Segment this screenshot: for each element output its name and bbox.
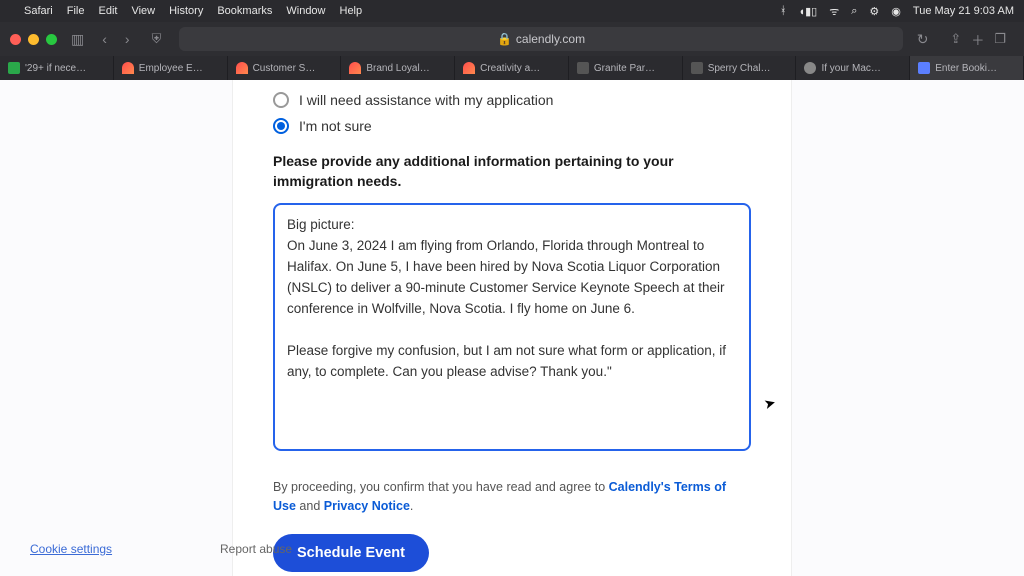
menubar-view[interactable]: View: [131, 5, 155, 17]
menubar-help[interactable]: Help: [340, 5, 363, 17]
tab-label: If your Mac…: [821, 63, 880, 74]
close-window-icon[interactable]: [10, 34, 21, 45]
menubar-history[interactable]: History: [169, 5, 203, 17]
favicon-icon: [122, 62, 134, 74]
tab-label: Creativity a…: [480, 63, 540, 74]
tab-item[interactable]: Employee E…: [114, 56, 228, 80]
menubar-file[interactable]: File: [67, 5, 85, 17]
tab-label: '29+ if nece…: [25, 63, 86, 74]
favicon-icon: [236, 62, 248, 74]
fullscreen-window-icon[interactable]: [46, 34, 57, 45]
bluetooth-icon[interactable]: ᚼ: [780, 5, 787, 17]
tab-label: Brand Loyal…: [366, 63, 429, 74]
consent-prefix: By proceeding, you confirm that you have…: [273, 480, 609, 494]
favicon-icon: [918, 62, 930, 74]
tab-label: Enter Booki…: [935, 63, 997, 74]
schedule-event-button[interactable]: Schedule Event: [273, 534, 429, 572]
macos-menubar: Safari File Edit View History Bookmarks …: [0, 0, 1024, 22]
safari-toolbar: ▥ ‹ › ⛨ 🔒 calendly.com ↻ ⇪ ＋ ❐: [0, 22, 1024, 56]
tab-label: Granite Par…: [594, 63, 655, 74]
tab-item[interactable]: Enter Booki…: [910, 56, 1024, 80]
url-host: calendly.com: [516, 32, 585, 46]
tab-item[interactable]: Creativity a…: [455, 56, 569, 80]
minimize-window-icon[interactable]: [28, 34, 39, 45]
tab-item[interactable]: Customer S…: [228, 56, 342, 80]
sidebar-toggle-icon[interactable]: ▥: [67, 31, 88, 48]
siri-icon[interactable]: ◉: [891, 5, 901, 18]
menubar-window[interactable]: Window: [286, 5, 325, 17]
address-bar[interactable]: 🔒 calendly.com: [179, 27, 902, 51]
favicon-icon: [463, 62, 475, 74]
battery-icon[interactable]: ◖▮▯: [798, 5, 817, 18]
tab-item[interactable]: Sperry Chal…: [683, 56, 797, 80]
favicon-icon: [804, 62, 816, 74]
cookie-settings-link[interactable]: Cookie settings: [30, 542, 112, 556]
menubar-bookmarks[interactable]: Bookmarks: [217, 5, 272, 17]
radio-option-not-sure[interactable]: I'm not sure: [273, 118, 751, 134]
favicon-icon: [349, 62, 361, 74]
radio-label: I will need assistance with my applicati…: [299, 92, 553, 108]
tab-overview-icon[interactable]: ❐: [994, 31, 1006, 47]
tab-label: Employee E…: [139, 63, 203, 74]
search-icon[interactable]: ⌕: [851, 5, 857, 18]
lock-icon: 🔒: [497, 32, 512, 46]
tab-item[interactable]: Brand Loyal…: [341, 56, 455, 80]
additional-info-textarea[interactable]: [273, 203, 751, 451]
tab-item[interactable]: If your Mac…: [796, 56, 910, 80]
privacy-link[interactable]: Privacy Notice: [324, 499, 410, 513]
control-center-icon[interactable]: ⚙︎: [869, 5, 879, 18]
favicon-icon: [8, 62, 20, 74]
menubar-clock[interactable]: Tue May 21 9:03 AM: [913, 5, 1014, 17]
tab-bar: '29+ if nece… Employee E… Customer S… Br…: [0, 56, 1024, 80]
tab-label: Customer S…: [253, 63, 316, 74]
window-controls[interactable]: [10, 34, 57, 45]
tab-item[interactable]: '29+ if nece…: [0, 56, 114, 80]
favicon-icon: [691, 62, 703, 74]
consent-and: and: [296, 499, 324, 513]
radio-label: I'm not sure: [299, 118, 372, 134]
radio-icon[interactable]: [273, 92, 289, 108]
reload-button[interactable]: ↻: [913, 31, 933, 48]
tab-item[interactable]: Granite Par…: [569, 56, 683, 80]
radio-icon[interactable]: [273, 118, 289, 134]
back-button[interactable]: ‹: [98, 31, 111, 47]
radio-option-assistance[interactable]: I will need assistance with my applicati…: [273, 92, 751, 108]
menubar-edit[interactable]: Edit: [98, 5, 117, 17]
consent-text: By proceeding, you confirm that you have…: [273, 478, 751, 516]
report-abuse-link[interactable]: Report abuse: [220, 542, 292, 556]
consent-period: .: [410, 499, 413, 513]
page-content: I will need assistance with my applicati…: [0, 80, 1024, 576]
favicon-icon: [577, 62, 589, 74]
booking-form: I will need assistance with my applicati…: [232, 80, 792, 576]
tab-label: Sperry Chal…: [708, 63, 771, 74]
privacy-shield-icon[interactable]: ⛨: [152, 31, 162, 47]
question-label: Please provide any additional informatio…: [273, 152, 751, 191]
share-icon[interactable]: ⇪: [950, 31, 961, 47]
forward-button[interactable]: ›: [121, 31, 134, 47]
new-tab-icon[interactable]: ＋: [971, 30, 984, 49]
menubar-app-name[interactable]: Safari: [24, 5, 53, 17]
wifi-icon[interactable]: ᯤ: [829, 4, 839, 19]
